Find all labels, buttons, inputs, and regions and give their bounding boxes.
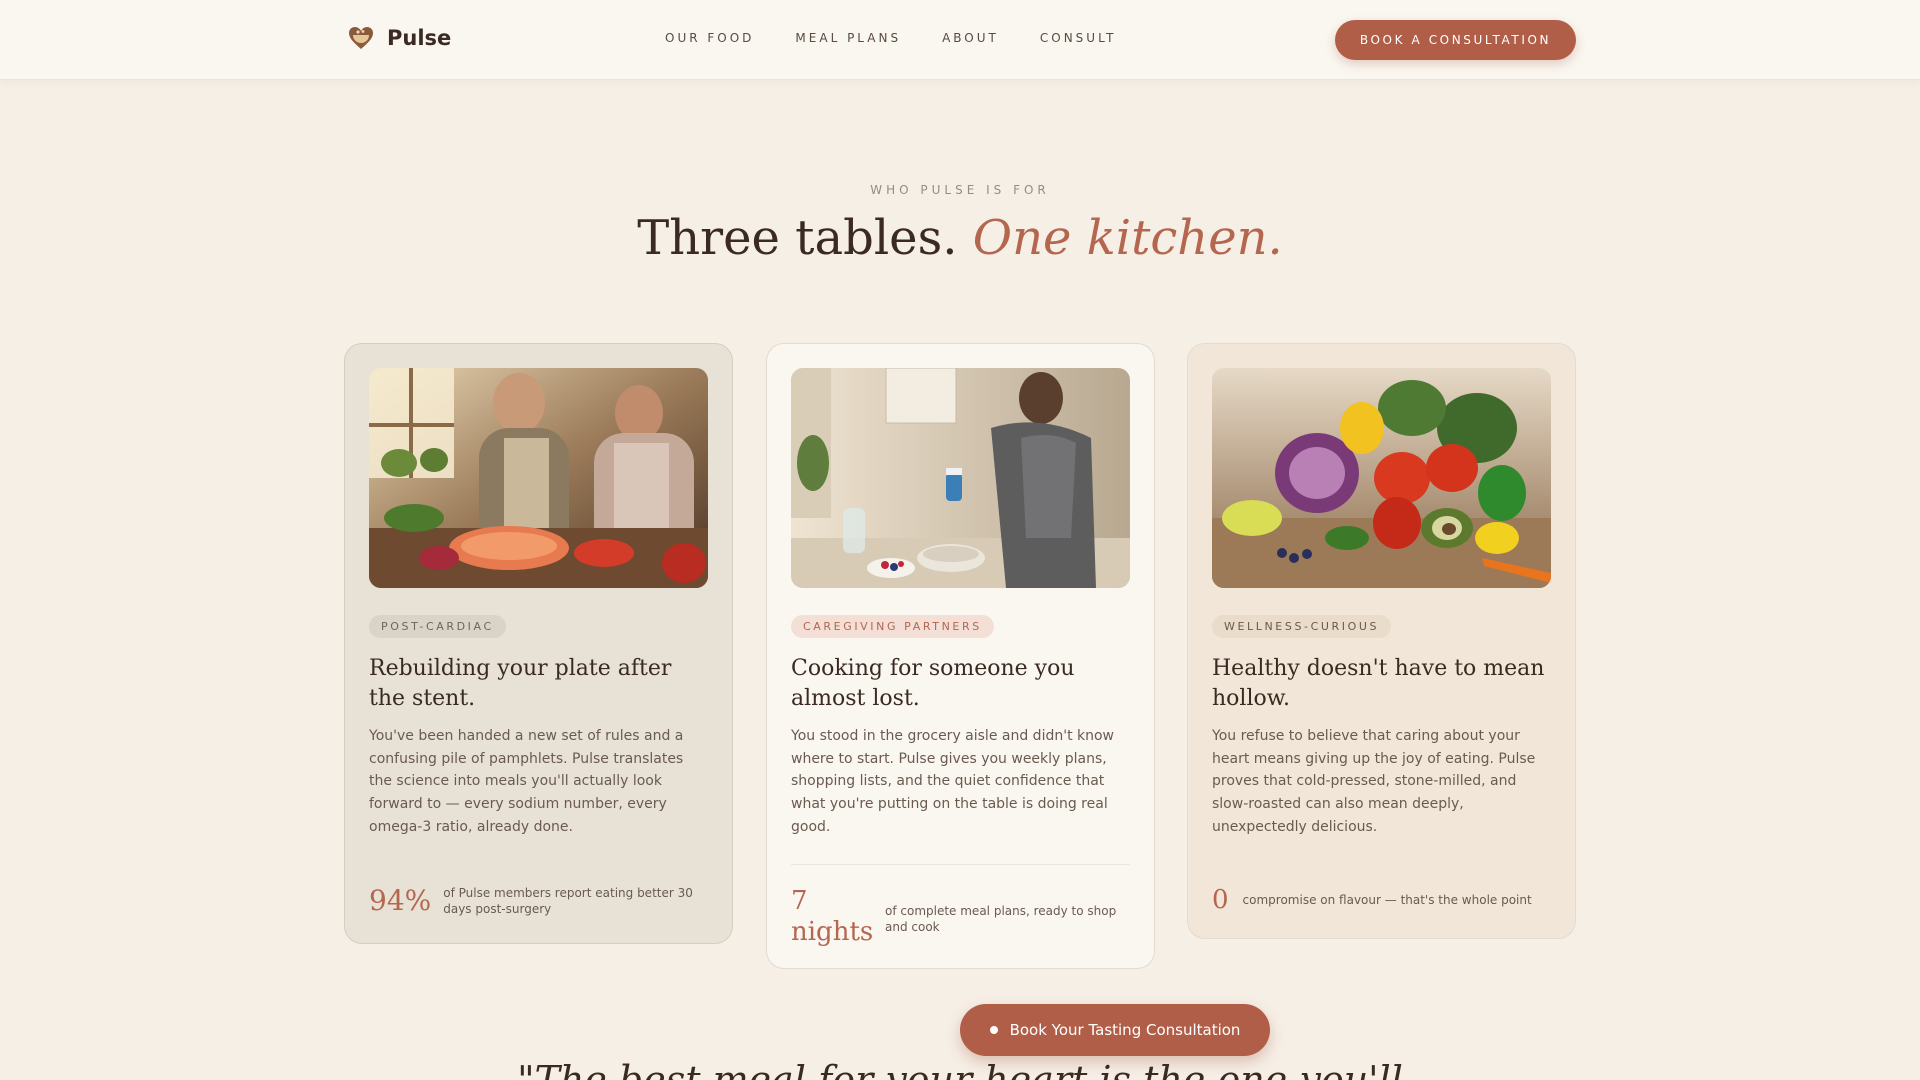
card-stat: 0 compromise on flavour — that's the who… <box>1212 885 1543 915</box>
card-stat: 94% of Pulse members report eating bette… <box>369 884 703 917</box>
brand-name: Pulse <box>387 26 452 50</box>
woman-preparing-meal-photo <box>791 368 1130 588</box>
dot-icon <box>989 1026 998 1034</box>
audience-tag: CAREGIVING PARTNERS <box>791 615 994 638</box>
main-nav: OUR FOOD MEAL PLANS ABOUT CONSULT <box>665 31 1116 45</box>
stat-value: 94% <box>369 884 432 917</box>
card-description: You refuse to believe that caring about … <box>1212 728 1536 835</box>
section-title-accent: One kitchen. <box>972 210 1283 266</box>
stat-value: 0 <box>1212 885 1229 915</box>
stat-value: 7 nights <box>791 886 874 947</box>
audience-tag: POST-CARDIAC <box>369 615 506 638</box>
heart-bowl-icon <box>349 27 373 49</box>
audience-card-wellness: WELLNESS-CURIOUS Healthy doesn't have to… <box>1187 343 1576 939</box>
top-navbar: Pulse OUR FOOD MEAL PLANS ABOUT CONSULT … <box>0 0 1920 80</box>
section-title: Three tables. One kitchen. <box>0 210 1920 266</box>
audience-card-post-cardiac: POST-CARDIAC Rebuilding your plate after… <box>344 343 733 944</box>
card-title: Healthy doesn't have to mean hollow. <box>1212 656 1545 711</box>
testimonial-quote: "The best meal for your heart is the one… <box>517 1058 1403 1080</box>
card-title: Cooking for someone you almost lost. <box>791 656 1075 711</box>
nav-link-about[interactable]: ABOUT <box>942 31 999 45</box>
card-stat: 7 nights of complete meal plans, ready t… <box>791 886 1125 948</box>
couple-cooking-photo <box>369 368 708 588</box>
book-consultation-button[interactable]: BOOK A CONSULTATION <box>1335 20 1576 60</box>
card-description: You've been handed a new set of rules an… <box>369 728 684 835</box>
fresh-vegetables-photo <box>1212 368 1551 588</box>
card-description: You stood in the grocery aisle and didn'… <box>791 728 1114 835</box>
nav-link-our-food[interactable]: OUR FOOD <box>665 31 754 45</box>
brand-logo[interactable]: Pulse <box>347 24 451 52</box>
section-title-main: Three tables. <box>637 210 958 266</box>
stat-label: of complete meal plans, ready to shop an… <box>885 904 1117 934</box>
stat-label: of Pulse members report eating better 30… <box>443 885 693 916</box>
cta-label: Book Your Tasting Consultation <box>1009 1021 1241 1039</box>
card-title: Rebuilding your plate after the stent. <box>369 656 672 711</box>
audience-tag: WELLNESS-CURIOUS <box>1212 615 1392 638</box>
nav-link-consult[interactable]: CONSULT <box>1040 31 1117 45</box>
nav-link-meal-plans[interactable]: MEAL PLANS <box>795 31 901 45</box>
card-divider <box>791 864 1130 865</box>
section-eyebrow: WHO PULSE IS FOR <box>870 183 1050 197</box>
stat-label: compromise on flavour — that's the whole… <box>1242 893 1532 907</box>
audience-card-caregiving: CAREGIVING PARTNERS Cooking for someone … <box>766 343 1155 969</box>
book-tasting-consultation-button[interactable]: Book Your Tasting Consultation <box>960 1004 1270 1056</box>
